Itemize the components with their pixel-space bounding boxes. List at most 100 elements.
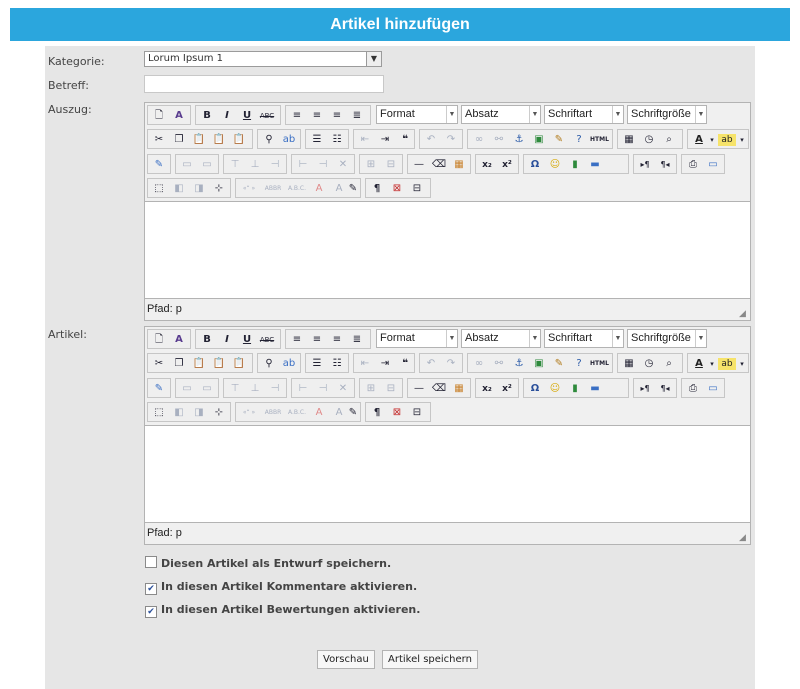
kommentare-checkbox[interactable]: ✔ <box>145 583 157 595</box>
visual-aid-icon[interactable]: ▬ <box>586 156 604 174</box>
ltr-icon[interactable]: ▸¶ <box>636 156 654 174</box>
resize-handle-icon[interactable]: ◢ <box>739 533 749 543</box>
delete-col-icon[interactable]: ✕ <box>334 156 352 174</box>
media-icon[interactable]: ▮ <box>566 380 584 398</box>
insert-date-icon[interactable]: ▦ <box>620 131 638 149</box>
abbreviation-icon[interactable]: ABBR <box>262 180 284 198</box>
rtl-icon[interactable]: ¶◂ <box>656 380 674 398</box>
move-forward-icon[interactable]: ◧ <box>170 180 188 198</box>
strikethrough-icon[interactable]: ABC <box>258 107 276 125</box>
superscript-icon[interactable]: x² <box>498 380 516 398</box>
unlink-icon[interactable]: ⚯ <box>490 131 508 149</box>
anchor-icon[interactable]: ⚓ <box>510 131 528 149</box>
highlight-color-icon[interactable]: ab <box>718 358 736 370</box>
absolute-position-icon[interactable]: ⊹ <box>210 404 228 422</box>
schriftgroesse-dropdown[interactable]: Schriftgröße ▼ <box>627 105 707 124</box>
table-cell-props-icon[interactable]: ▭ <box>198 156 216 174</box>
chevron-down-icon[interactable]: ▼ <box>612 106 623 123</box>
highlight-color-icon[interactable]: ab <box>718 134 736 146</box>
subscript-icon[interactable]: x₂ <box>478 380 496 398</box>
format-dropdown[interactable]: Format ▼ <box>376 105 458 124</box>
insert-row-after-icon[interactable]: ⊥ <box>246 156 264 174</box>
help-icon[interactable]: ? <box>570 355 588 373</box>
align-center-icon[interactable]: ≡ <box>308 331 326 349</box>
paste-text-icon[interactable]: 📋 <box>210 355 228 373</box>
subscript-icon[interactable]: x₂ <box>478 156 496 174</box>
bold-icon[interactable]: B <box>198 331 216 349</box>
insert-col-before-icon[interactable]: ⊢ <box>294 380 312 398</box>
format-dropdown[interactable]: Format ▼ <box>376 329 458 348</box>
special-char-icon[interactable]: Ω <box>526 380 544 398</box>
outdent-icon[interactable]: ⇤ <box>356 131 374 149</box>
chevron-down-icon[interactable]: ▼ <box>529 330 540 347</box>
chevron-down-icon[interactable]: ▾ <box>738 131 746 149</box>
new-document-icon[interactable]: 🗋 <box>150 107 168 125</box>
text-color-icon[interactable]: A <box>690 355 708 373</box>
acronym-icon[interactable]: A.B.C. <box>286 180 308 198</box>
help-icon[interactable]: ? <box>570 131 588 149</box>
undo-icon[interactable]: ↶ <box>422 355 440 373</box>
edit-css-icon[interactable]: ✎ <box>150 380 168 398</box>
insert-col-before-icon[interactable]: ⊢ <box>294 156 312 174</box>
bold-icon[interactable]: B <box>198 107 216 125</box>
fullscreen-icon[interactable]: ▭ <box>704 380 722 398</box>
media-icon[interactable]: ▮ <box>566 156 584 174</box>
find-icon[interactable]: ⚲ <box>260 355 278 373</box>
entwurf-checkbox[interactable] <box>145 556 157 568</box>
chevron-down-icon[interactable]: ▾ <box>738 355 746 373</box>
attributes-icon[interactable]: ✎ <box>344 180 362 198</box>
move-forward-icon[interactable]: ◧ <box>170 404 188 422</box>
copy-icon[interactable]: ❐ <box>170 355 188 373</box>
table-row-props-icon[interactable]: ▭ <box>178 156 196 174</box>
replace-icon[interactable]: ab <box>280 355 298 373</box>
table-row-props-icon[interactable]: ▭ <box>178 380 196 398</box>
chevron-down-icon[interactable]: ▾ <box>708 355 716 373</box>
anchor-icon[interactable]: ⚓ <box>510 355 528 373</box>
table-icon[interactable]: ▦ <box>450 156 468 174</box>
page-break-icon[interactable]: ⊟ <box>408 404 426 422</box>
bullet-list-icon[interactable]: ☰ <box>308 355 326 373</box>
outdent-icon[interactable]: ⇤ <box>356 355 374 373</box>
emoticon-icon[interactable]: ☺ <box>546 156 564 174</box>
visual-chars-icon[interactable]: ¶ <box>368 404 386 422</box>
align-justify-icon[interactable]: ≣ <box>348 331 366 349</box>
insert-col-after-icon[interactable]: ⊣ <box>314 156 332 174</box>
insert-row-before-icon[interactable]: ⊤ <box>226 156 244 174</box>
preview-button[interactable]: Vorschau <box>317 650 375 669</box>
new-document-icon[interactable]: 🗋 <box>150 331 168 349</box>
deletion-icon[interactable]: A <box>310 404 328 422</box>
strikethrough-icon[interactable]: ABC <box>258 331 276 349</box>
visual-aid-icon[interactable]: ▬ <box>586 380 604 398</box>
non-breaking-icon[interactable]: ⊠ <box>388 404 406 422</box>
bewertungen-checkbox[interactable]: ✔ <box>145 606 157 618</box>
bewertungen-option[interactable]: ✔ In diesen Artikel Bewertungen aktiviere… <box>145 603 420 618</box>
move-backward-icon[interactable]: ◨ <box>190 404 208 422</box>
italic-icon[interactable]: I <box>218 107 236 125</box>
acronym-icon[interactable]: A.B.C. <box>286 404 308 422</box>
absolute-position-icon[interactable]: ⊹ <box>210 180 228 198</box>
chevron-down-icon[interactable]: ▾ <box>708 131 716 149</box>
preview-icon[interactable]: ⌕ <box>660 131 678 149</box>
edit-css-icon[interactable]: ✎ <box>150 156 168 174</box>
print-icon[interactable]: ⎙ <box>684 380 702 398</box>
undo-icon[interactable]: ↶ <box>422 131 440 149</box>
table-icon[interactable]: ▦ <box>450 380 468 398</box>
insert-col-after-icon[interactable]: ⊣ <box>314 380 332 398</box>
bullet-list-icon[interactable]: ☰ <box>308 131 326 149</box>
align-justify-icon[interactable]: ≣ <box>348 107 366 125</box>
numbered-list-icon[interactable]: ☷ <box>328 131 346 149</box>
resize-handle-icon[interactable]: ◢ <box>739 309 749 319</box>
paste-text-icon[interactable]: 📋 <box>210 131 228 149</box>
emoticon-icon[interactable]: ☺ <box>546 380 564 398</box>
split-cells-icon[interactable]: ⊞ <box>362 156 380 174</box>
redo-icon[interactable]: ↷ <box>442 355 460 373</box>
replace-icon[interactable]: ab <box>280 131 298 149</box>
rtl-icon[interactable]: ¶◂ <box>656 156 674 174</box>
style-icon[interactable]: A <box>170 107 188 125</box>
chevron-down-icon[interactable]: ▼ <box>529 106 540 123</box>
attributes-icon[interactable]: ✎ <box>344 404 362 422</box>
table-cell-props-icon[interactable]: ▭ <box>198 380 216 398</box>
find-icon[interactable]: ⚲ <box>260 131 278 149</box>
insert-row-after-icon[interactable]: ⊥ <box>246 380 264 398</box>
align-right-icon[interactable]: ≡ <box>328 107 346 125</box>
